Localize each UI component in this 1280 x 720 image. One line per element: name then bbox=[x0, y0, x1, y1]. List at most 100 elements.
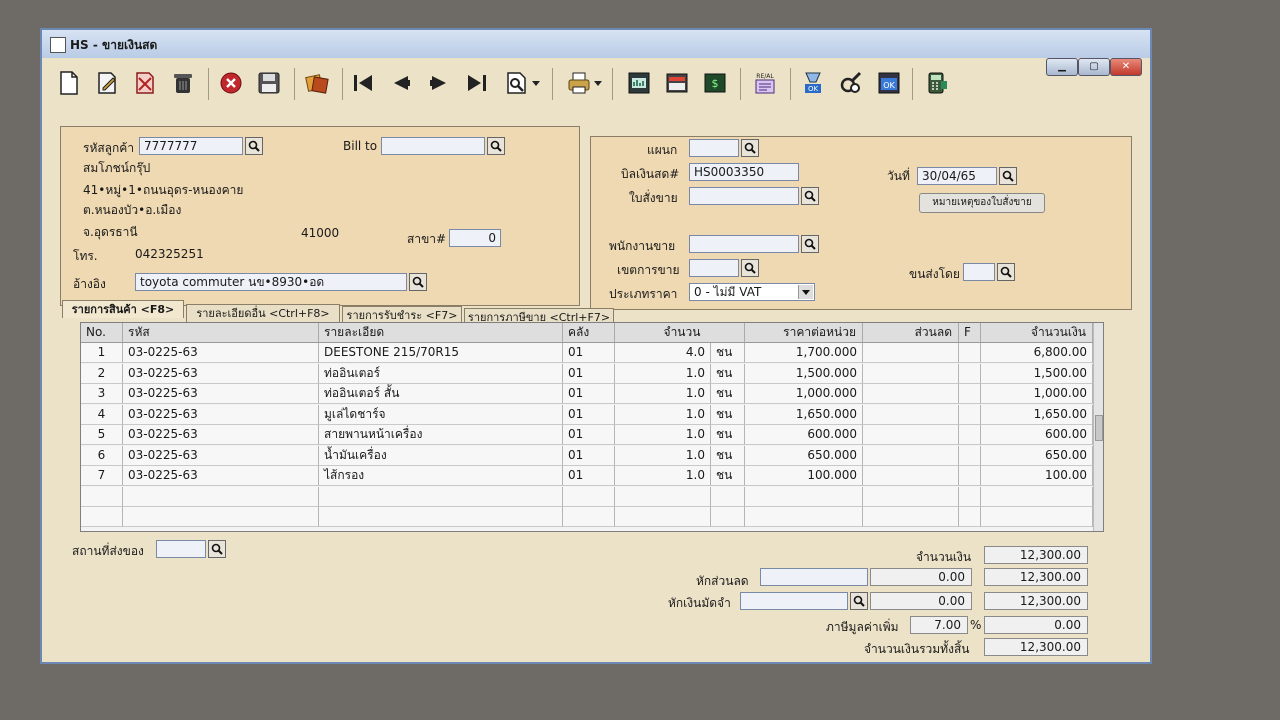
recalc-icon[interactable]: RE/AL bbox=[750, 68, 780, 98]
last-record-icon[interactable] bbox=[462, 68, 492, 98]
cell-discount[interactable] bbox=[863, 425, 959, 445]
delivery-location-field[interactable] bbox=[156, 540, 206, 558]
col-header-amount[interactable]: จำนวนเงิน bbox=[981, 323, 1093, 343]
cell-warehouse[interactable] bbox=[563, 507, 615, 527]
date-field[interactable]: 30/04/65 bbox=[917, 167, 997, 185]
cell-description[interactable]: ท่ออินเตอร์ สั้น bbox=[319, 384, 563, 404]
cell-no[interactable] bbox=[81, 486, 123, 507]
cell-flag[interactable] bbox=[959, 466, 981, 486]
sales-area-field[interactable] bbox=[689, 259, 739, 277]
cell-unit-price[interactable]: 100.000 bbox=[745, 466, 863, 486]
cell-flag[interactable] bbox=[959, 445, 981, 466]
cell-code[interactable]: 03-0225-63 bbox=[123, 363, 319, 384]
cell-qty[interactable]: 4.0 bbox=[615, 343, 711, 363]
tools-icon[interactable] bbox=[836, 68, 866, 98]
cell-unit[interactable]: ชน bbox=[711, 466, 745, 486]
cell-discount[interactable] bbox=[863, 445, 959, 466]
cell-unit-price[interactable]: 1,700.000 bbox=[745, 343, 863, 363]
cell-unit-price[interactable]: 1,000.000 bbox=[745, 384, 863, 404]
deposit-lookup-button[interactable] bbox=[850, 592, 868, 610]
ship-by-field[interactable] bbox=[963, 263, 995, 281]
table-row[interactable]: 1 03-0225-63 DEESTONE 215/70R15 01 4.0 ชน 1,70… bbox=[81, 343, 1093, 363]
cell-amount[interactable]: 100.00 bbox=[981, 466, 1093, 486]
table-row[interactable] bbox=[81, 507, 1093, 527]
cell-amount[interactable]: 650.00 bbox=[981, 445, 1093, 466]
cell-unit-price[interactable]: 1,650.000 bbox=[745, 404, 863, 425]
cell-unit[interactable]: ชน bbox=[711, 445, 745, 466]
cell-amount[interactable]: 6,800.00 bbox=[981, 343, 1093, 363]
close-circle-icon[interactable] bbox=[216, 68, 246, 98]
cell-flag[interactable] bbox=[959, 425, 981, 445]
cell-flag[interactable] bbox=[959, 486, 981, 507]
cell-description[interactable]: ไส้กรอง bbox=[319, 466, 563, 486]
cell-discount[interactable] bbox=[863, 466, 959, 486]
table-row[interactable] bbox=[81, 486, 1093, 507]
new-doc-icon[interactable] bbox=[54, 68, 84, 98]
table-row[interactable]: 7 03-0225-63 ไส้กรอง 01 1.0 ชน 100.000 100.00 bbox=[81, 466, 1093, 486]
cell-warehouse[interactable]: 01 bbox=[563, 384, 615, 404]
save-icon[interactable] bbox=[254, 68, 284, 98]
cell-no[interactable]: 2 bbox=[81, 363, 123, 384]
cell-amount[interactable] bbox=[981, 507, 1093, 527]
col-header-discount[interactable]: ส่วนลด bbox=[863, 323, 959, 343]
discount-value[interactable]: 0.00 bbox=[870, 568, 972, 586]
cell-no[interactable]: 1 bbox=[81, 343, 123, 363]
discount-text-field[interactable] bbox=[760, 568, 868, 586]
cell-description[interactable]: มูเล่ไดชาร์จ bbox=[319, 404, 563, 425]
cancel-doc-icon[interactable] bbox=[130, 68, 160, 98]
cell-no[interactable] bbox=[81, 507, 123, 527]
customer-code-field[interactable]: 7777777 bbox=[139, 137, 243, 155]
cell-discount[interactable] bbox=[863, 507, 959, 527]
cell-amount[interactable]: 600.00 bbox=[981, 425, 1093, 445]
cell-unit[interactable]: ชน bbox=[711, 384, 745, 404]
department-field[interactable] bbox=[689, 139, 739, 157]
cell-no[interactable]: 5 bbox=[81, 425, 123, 445]
col-header-description[interactable]: รายละเอียด bbox=[319, 323, 563, 343]
cell-description[interactable] bbox=[319, 507, 563, 527]
export-icon[interactable] bbox=[302, 68, 332, 98]
deposit-text-field[interactable] bbox=[740, 592, 848, 610]
cell-unit[interactable]: ชน bbox=[711, 343, 745, 363]
cell-no[interactable]: 4 bbox=[81, 404, 123, 425]
cell-unit[interactable]: ชน bbox=[711, 404, 745, 425]
cell-warehouse[interactable]: 01 bbox=[563, 363, 615, 384]
cell-unit[interactable]: ชน bbox=[711, 425, 745, 445]
edit-doc-icon[interactable] bbox=[92, 68, 122, 98]
cell-description[interactable]: ท่ออินเตอร์ bbox=[319, 363, 563, 384]
cell-unit-price[interactable]: 650.000 bbox=[745, 445, 863, 466]
cell-amount[interactable]: 1,650.00 bbox=[981, 404, 1093, 425]
report-2-icon[interactable] bbox=[662, 68, 692, 98]
col-header-warehouse[interactable]: คลัง bbox=[563, 323, 615, 343]
print-dropdown-chevron-icon[interactable] bbox=[592, 68, 604, 98]
ship-by-lookup-button[interactable] bbox=[997, 263, 1015, 281]
cell-description[interactable] bbox=[319, 486, 563, 507]
cell-no[interactable]: 7 bbox=[81, 466, 123, 486]
cell-discount[interactable] bbox=[863, 486, 959, 507]
cell-qty[interactable] bbox=[615, 486, 711, 507]
cell-code[interactable]: 03-0225-63 bbox=[123, 404, 319, 425]
col-header-code[interactable]: รหัส bbox=[123, 323, 319, 343]
cell-discount[interactable] bbox=[863, 384, 959, 404]
table-row[interactable]: 6 03-0225-63 น้ำมันเครื่อง 01 1.0 ชน 650.000 65… bbox=[81, 445, 1093, 466]
cell-description[interactable]: น้ำมันเครื่อง bbox=[319, 445, 563, 466]
cell-discount[interactable] bbox=[863, 404, 959, 425]
cell-warehouse[interactable]: 01 bbox=[563, 445, 615, 466]
report-1-icon[interactable] bbox=[624, 68, 654, 98]
cell-code[interactable]: 03-0225-63 bbox=[123, 425, 319, 445]
ok-doc-icon[interactable]: OK bbox=[874, 68, 904, 98]
table-row[interactable]: 2 03-0225-63 ท่ออินเตอร์ 01 1.0 ชน 1,500.000 1,… bbox=[81, 363, 1093, 384]
cell-unit-price[interactable] bbox=[745, 486, 863, 507]
customer-lookup-button[interactable] bbox=[245, 137, 263, 155]
delivery-lookup-button[interactable] bbox=[208, 540, 226, 558]
col-header-unit-price[interactable]: ราคาต่อหน่วย bbox=[745, 323, 863, 343]
bill-to-field[interactable] bbox=[381, 137, 485, 155]
cell-qty[interactable]: 1.0 bbox=[615, 425, 711, 445]
cell-description[interactable]: DEESTONE 215/70R15 bbox=[319, 343, 563, 363]
search-doc-icon[interactable] bbox=[502, 68, 532, 98]
tab-items[interactable]: รายการสินค้า <F8> bbox=[62, 300, 184, 318]
cell-amount[interactable]: 1,500.00 bbox=[981, 363, 1093, 384]
cell-unit-price[interactable]: 600.000 bbox=[745, 425, 863, 445]
cell-discount[interactable] bbox=[863, 363, 959, 384]
date-picker-button[interactable] bbox=[999, 167, 1017, 185]
cell-qty[interactable]: 1.0 bbox=[615, 466, 711, 486]
